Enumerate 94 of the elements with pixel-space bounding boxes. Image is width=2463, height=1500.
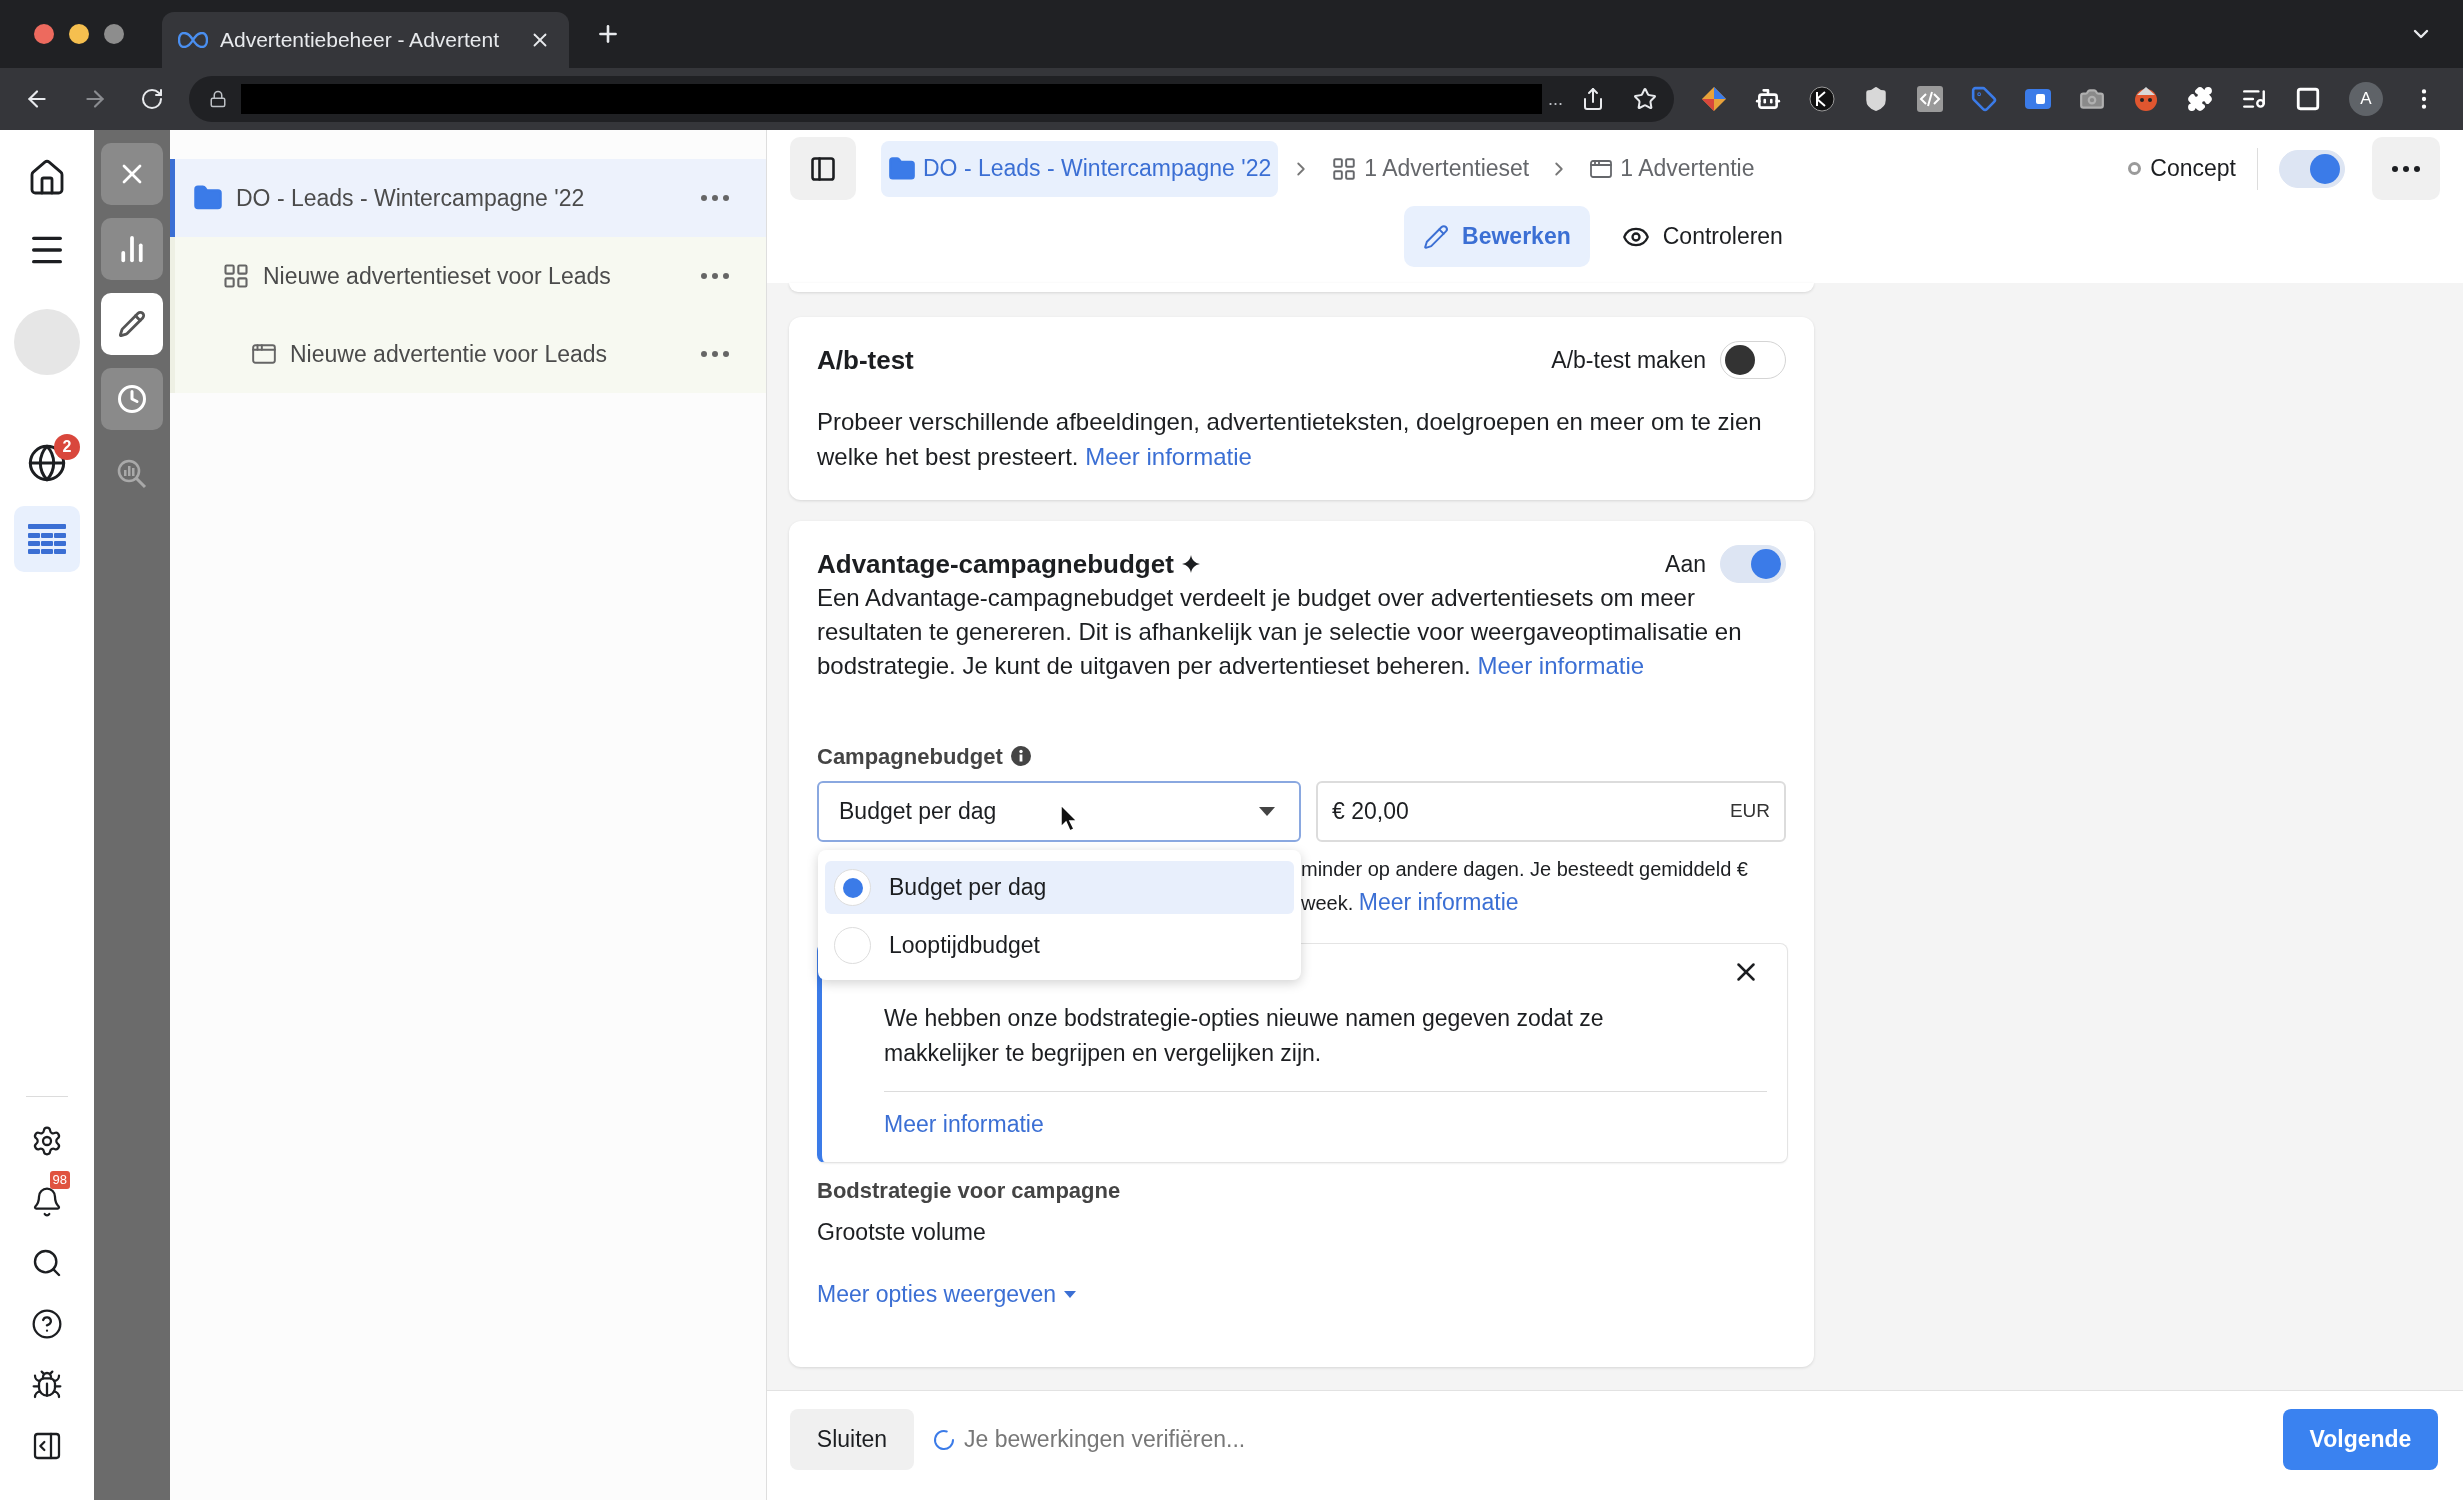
tool-button[interactable] <box>101 293 163 355</box>
help-icon <box>31 1307 63 1340</box>
bell-icon <box>31 1185 63 1218</box>
card-icon[interactable] <box>2025 86 2051 112</box>
toggle-switch[interactable] <box>2279 149 2345 188</box>
next-button[interactable]: Volgende <box>2283 1409 2438 1470</box>
close-button[interactable]: Sluiten <box>790 1409 914 1470</box>
pencil-icon <box>118 310 146 338</box>
more-options-link[interactable]: Meer opties weergeven <box>817 1279 1077 1309</box>
clock-icon <box>117 384 147 414</box>
tool-button[interactable] <box>101 218 163 280</box>
dropdown-option[interactable]: Budget per dag <box>825 861 1294 914</box>
bookmark-star-icon[interactable] <box>1633 87 1657 111</box>
tool-button[interactable] <box>101 143 163 205</box>
radio-button[interactable] <box>834 869 871 906</box>
budget-type-select[interactable]: Budget per dag <box>817 781 1301 842</box>
grid-icon <box>222 262 250 290</box>
more-button[interactable] <box>2372 137 2440 200</box>
bug-icon <box>31 1368 63 1401</box>
more-info-link[interactable]: Meer informatie <box>1477 652 1645 679</box>
hint-text: minder op andere dagen. Je besteedt gemiddeld € <box>1301 857 1749 882</box>
toggle-switch[interactable] <box>1720 545 1786 583</box>
description-text: Probeer verschillende afbeeldingen, advertentieteksten, doelgroepen en meer om te zien welke het best presteert. Meer informatie <box>817 407 1763 472</box>
grid-icon <box>1331 155 1358 182</box>
more-icon <box>2392 165 2420 172</box>
more-icon[interactable] <box>701 195 729 201</box>
amount-field[interactable]: € 20,00 EUR <box>1316 781 1786 842</box>
window-icon <box>251 341 277 367</box>
radio-button[interactable] <box>834 927 871 964</box>
folder-icon <box>888 154 916 183</box>
bid-strategy-value: Grootste volume <box>817 1218 987 1247</box>
panel-icon <box>809 154 837 183</box>
nav-item[interactable]: 98 <box>14 1171 80 1232</box>
mouse-pointer-icon <box>1060 804 1078 832</box>
spinner-icon <box>932 1427 956 1452</box>
status-text: Je bewerkingen verifiëren... <box>964 1425 1246 1455</box>
share-icon[interactable] <box>1581 87 1605 111</box>
robot-icon[interactable] <box>1755 86 1781 112</box>
description-text: Een Advantage-campagnebudget verdeelt je budget over advertentiesets om meer resultaten te genereren. Dit is afhankelijk van je selectie voor weergaveoptimalisatie en bodstrategie. Je kunt de uitgaven per advertentieset beheren. Meer informatie <box>817 583 1743 681</box>
tree-row[interactable]: Nieuwe advertentieset voor Leads <box>170 237 766 315</box>
dropdown-option[interactable]: Looptijdbudget <box>825 919 1294 972</box>
diamond-icon[interactable] <box>1701 86 1727 112</box>
mode-tab[interactable]: Bewerken <box>1404 206 1590 267</box>
settings-icon <box>31 1124 63 1157</box>
more-info-link[interactable]: Meer informatie <box>1085 443 1252 470</box>
circle-logo-icon[interactable] <box>1809 86 1835 112</box>
infinity-icon <box>178 32 208 48</box>
card-title: Advantage-campagnebudget <box>817 547 1174 581</box>
puzzle-icon[interactable] <box>2187 86 2213 112</box>
reload-icon[interactable] <box>140 87 164 111</box>
code-icon[interactable] <box>1917 86 1943 112</box>
more-icon[interactable] <box>701 273 729 279</box>
url-text: ... <box>1548 87 1563 111</box>
toggle-label: A/b-test maken <box>1551 345 1706 375</box>
breadcrumb-item[interactable]: 1 Advertentieset <box>1324 140 1537 197</box>
more-info-link[interactable]: Meer informatie <box>884 1111 1044 1137</box>
card-title: A/b-test <box>817 343 914 377</box>
sidebar-toggle-button[interactable] <box>790 137 856 200</box>
breadcrumb-item[interactable]: DO - Leads - Wintercampagne '22 <box>881 140 1279 197</box>
nav-item[interactable]: 2 <box>14 430 80 496</box>
shield-icon[interactable] <box>1863 86 1889 112</box>
notice-text: We hebben onze bodstrategie-opties nieuwe namen gegeven zodat ze makkelijker te begrijpen en vergelijken zijn. <box>884 1004 1605 1068</box>
field-label: Campagnebudget <box>817 742 1003 771</box>
more-icon[interactable] <box>701 351 729 357</box>
emoji-icon[interactable] <box>2133 86 2159 112</box>
caret-icon <box>1259 807 1275 816</box>
mode-tab[interactable]: Controleren <box>1602 206 1802 267</box>
tree-row[interactable]: Nieuwe advertentie voor Leads <box>170 315 766 393</box>
profile-avatar[interactable]: A <box>2349 82 2383 116</box>
tool-button[interactable] <box>101 368 163 430</box>
sparkle-icon <box>1181 555 1200 573</box>
zoom-window-icon[interactable] <box>104 24 124 44</box>
lock-icon <box>209 90 227 108</box>
more-info-link[interactable]: Meer informatie <box>1358 889 1519 915</box>
close-window-icon[interactable] <box>34 24 54 44</box>
notification-badge: 2 <box>54 434 80 460</box>
caret-icon <box>1064 1290 1077 1298</box>
currency-label: EUR <box>1729 799 1770 824</box>
camera-icon[interactable] <box>2079 86 2105 112</box>
info-icon[interactable] <box>1010 746 1031 766</box>
tag-icon[interactable] <box>1971 86 1997 112</box>
table-icon <box>28 524 66 554</box>
section-label: Bodstrategie voor campagne <box>817 1177 1122 1205</box>
address-bar[interactable]: ... <box>189 76 1674 122</box>
breadcrumb-item[interactable]: 1 Advertentie <box>1582 140 1762 197</box>
status-label: Concept <box>2150 154 2236 184</box>
hint-text: week. Meer informatie <box>1301 888 1520 917</box>
toggle-label: Aan <box>1665 549 1706 579</box>
notification-badge: 98 <box>49 1171 70 1189</box>
toggle-switch[interactable] <box>1720 341 1786 379</box>
sidebar-icon[interactable] <box>2295 86 2321 112</box>
pencil-icon <box>1423 223 1450 250</box>
tree-row[interactable]: DO - Leads - Wintercampagne '22 <box>170 159 766 237</box>
minimize-window-icon[interactable] <box>69 24 89 44</box>
